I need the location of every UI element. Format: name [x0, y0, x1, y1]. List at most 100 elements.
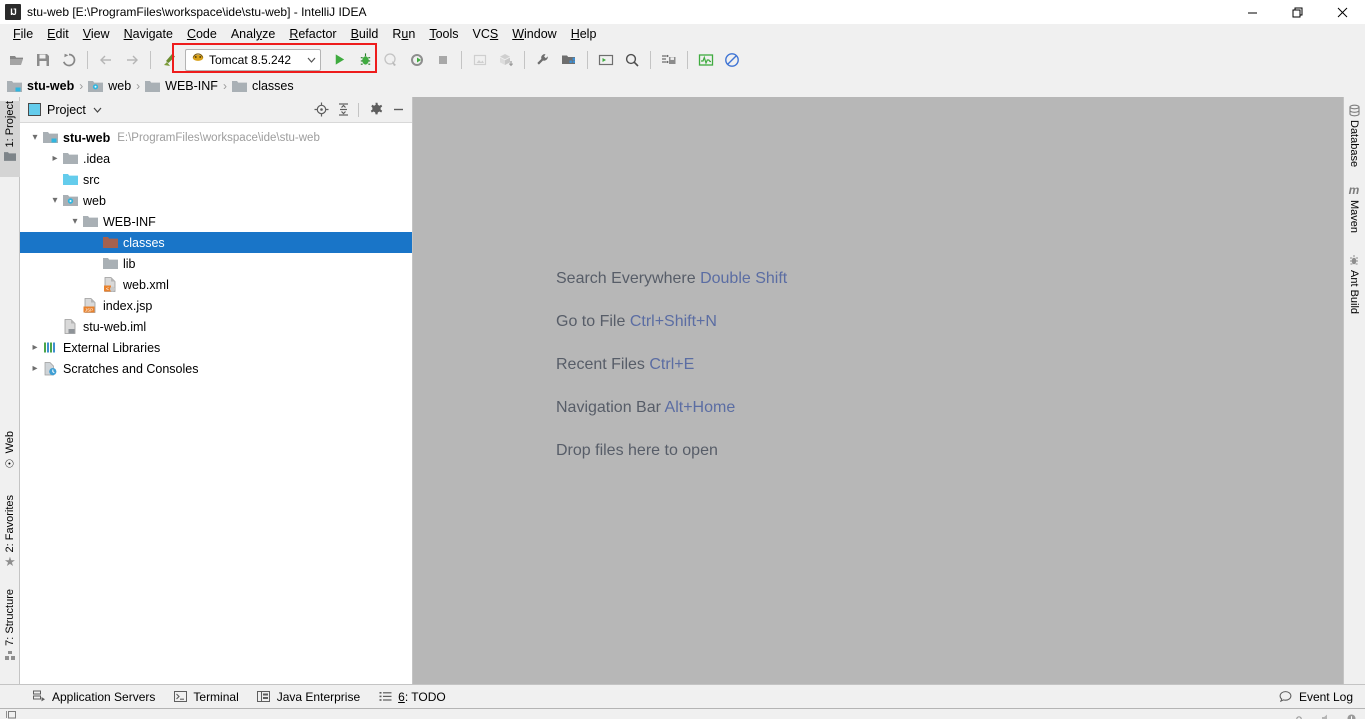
menu-edit[interactable]: Edit — [40, 24, 76, 44]
status-todo[interactable]: 6: TODO — [378, 690, 446, 704]
sidebar-item-favorites[interactable]: 2: Favorites ★ — [0, 495, 20, 579]
tree-row-external-libraries[interactable]: ▸ External Libraries — [20, 337, 412, 358]
sidebar-item-project[interactable]: 1: Project — [0, 101, 20, 177]
breadcrumb-separator: › — [222, 79, 227, 93]
status-java-enterprise[interactable]: Java Enterprise — [257, 690, 360, 704]
menu-file[interactable]: FFileile — [6, 24, 40, 44]
maven-icon: m — [1348, 183, 1360, 197]
menu-tools[interactable]: Tools — [422, 24, 465, 44]
make-project-icon[interactable] — [157, 48, 181, 72]
minimize-icon[interactable] — [1230, 0, 1275, 24]
search-icon[interactable] — [620, 48, 644, 72]
tree-row-index-jsp[interactable]: JSP index.jsp — [20, 295, 412, 316]
sync-icon[interactable] — [57, 48, 81, 72]
hint-navigation-bar: Navigation Bar Alt+Home — [556, 398, 787, 418]
run-configuration-selector[interactable]: Tomcat 8.5.242 — [185, 48, 321, 71]
notify-icon[interactable] — [1346, 710, 1357, 719]
status-label: : TODO — [404, 689, 446, 704]
tree-row-scratches-and-consoles[interactable]: ▸ Scratches and Consoles — [20, 358, 412, 379]
locate-icon[interactable] — [311, 100, 331, 120]
menu-navigate[interactable]: Navigate — [117, 24, 180, 44]
profile-icon[interactable] — [405, 48, 429, 72]
tree-label: stu-web.iml — [83, 319, 147, 334]
breadcrumb-item-classes[interactable]: classes — [231, 79, 294, 93]
open-icon[interactable] — [5, 48, 29, 72]
debug-button[interactable] — [353, 48, 377, 72]
tree-row-lib[interactable]: lib — [20, 253, 412, 274]
chevron-down-icon[interactable] — [299, 55, 316, 65]
hide-icon[interactable] — [388, 100, 408, 120]
close-icon[interactable] — [1320, 0, 1365, 24]
breadcrumb-item-web-inf[interactable]: WEB-INF — [145, 79, 218, 93]
status-terminal[interactable]: Terminal — [173, 690, 239, 704]
chevron-down-icon[interactable]: ▾ — [48, 195, 62, 206]
speaker-icon[interactable] — [1321, 710, 1332, 719]
disable-icon[interactable] — [720, 48, 744, 72]
status-application-servers[interactable]: Application Servers — [32, 690, 155, 704]
tree-row-web-inf[interactable]: ▾ WEB-INF — [20, 211, 412, 232]
run-with-coverage-icon[interactable] — [379, 48, 403, 72]
menu-analyze[interactable]: Analyze — [224, 24, 282, 44]
menu-help[interactable]: Help — [564, 24, 604, 44]
tree-row-stu-web-iml[interactable]: stu-web.iml — [20, 316, 412, 337]
save-all-icon[interactable] — [31, 48, 55, 72]
terminal-icon[interactable] — [594, 48, 618, 72]
editor-empty-area[interactable]: Search Everywhere Double Shift Go to Fil… — [413, 97, 1343, 684]
run-button[interactable] — [327, 48, 351, 72]
sidebar-item-web[interactable]: ☉ Web — [0, 431, 20, 493]
chevron-down-icon[interactable]: ▾ — [68, 216, 82, 227]
libraries-icon — [42, 340, 58, 356]
menu-vcs[interactable]: VCS — [466, 24, 506, 44]
breadcrumb-item-web[interactable]: web — [88, 79, 131, 93]
sidebar-item-structure[interactable]: 7: Structure — [0, 589, 20, 673]
menu-build[interactable]: Build — [344, 24, 386, 44]
gear-icon[interactable] — [366, 100, 386, 120]
collapse-icon[interactable] — [333, 100, 353, 120]
tree-label: WEB-INF — [103, 214, 156, 229]
menu-code[interactable]: Code — [180, 24, 224, 44]
database-icon — [1347, 103, 1361, 117]
chevron-right-icon[interactable]: ▸ — [48, 153, 62, 164]
task-window-icon[interactable] — [6, 710, 18, 719]
sidebar-item-database[interactable]: Database — [1343, 103, 1365, 167]
database-icon[interactable] — [657, 48, 681, 72]
menu-run[interactable]: Run — [385, 24, 422, 44]
menu-view[interactable]: View — [76, 24, 117, 44]
chevron-down-icon[interactable]: ▾ — [28, 132, 42, 143]
hint-label: Go to File — [556, 313, 630, 330]
system-tray — [1296, 710, 1357, 719]
title-bar: IJ stu-web [E:\ProgramFiles\workspace\id… — [0, 0, 1365, 24]
chevron-down-icon[interactable] — [93, 105, 102, 115]
breadcrumb-label: classes — [251, 79, 294, 93]
chevron-right-icon[interactable]: ▸ — [28, 342, 42, 353]
rail-label: 1: Project — [4, 101, 16, 148]
tree-row-web-xml[interactable]: < web.xml — [20, 274, 412, 295]
tree-row-web[interactable]: ▾ web — [20, 190, 412, 211]
ant-icon — [1347, 253, 1361, 267]
network-icon[interactable] — [1296, 710, 1307, 719]
sidebar-item-ant-build[interactable]: Ant Build — [1343, 253, 1365, 314]
menu-window[interactable]: Window — [505, 24, 563, 44]
status-event-log[interactable]: Event Log — [1279, 690, 1353, 704]
back-arrow-icon[interactable] — [94, 48, 118, 72]
sidebar-item-maven[interactable]: m Maven — [1343, 183, 1365, 233]
hint-drop-files: Drop files here to open — [556, 441, 787, 461]
settings-wrench-icon[interactable] — [531, 48, 555, 72]
chevron-right-icon[interactable]: ▸ — [28, 363, 42, 374]
menu-refactor[interactable]: Refactor — [282, 24, 343, 44]
breadcrumb-item-stu-web[interactable]: stu-web — [7, 79, 74, 93]
hint-label: Navigation Bar — [556, 399, 665, 416]
project-structure-icon[interactable] — [557, 48, 581, 72]
monitor-icon[interactable] — [694, 48, 718, 72]
rail-label: Maven — [1348, 200, 1360, 234]
tree-row-src[interactable]: src — [20, 169, 412, 190]
tree-row-stu-web[interactable]: ▾ stu-web E:\ProgramFiles\workspace\ide\… — [20, 127, 412, 148]
maximize-icon[interactable] — [1275, 0, 1320, 24]
breadcrumb-label: WEB-INF — [165, 79, 218, 93]
folder-icon — [145, 80, 161, 93]
forward-arrow-icon[interactable] — [120, 48, 144, 72]
folder-icon — [62, 151, 78, 167]
tree-row-classes[interactable]: classes — [20, 232, 412, 253]
folder-icon — [231, 80, 247, 93]
tree-row-idea[interactable]: ▸ .idea — [20, 148, 412, 169]
